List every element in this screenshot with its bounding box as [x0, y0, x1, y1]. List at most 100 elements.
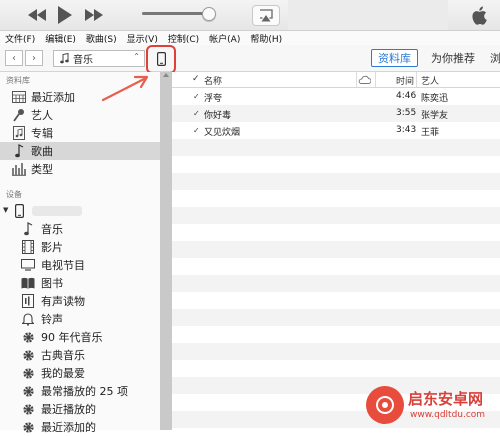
smart-playlist-gear-icon: [20, 419, 36, 435]
play-icon: [58, 6, 72, 24]
smart-playlist-gear-icon: [20, 401, 36, 417]
forward-icon: ›: [32, 52, 36, 64]
sidebar-item-playlist-top-25[interactable]: 最常播放的 25 项: [0, 382, 160, 400]
back-icon: ‹: [12, 52, 16, 64]
sidebar: 资料库 最近添加 艺人 专辑 歌曲 类型 设备 ▼ 音乐 影片 电视节目 图书 …: [0, 72, 160, 434]
row-artist: 王菲: [421, 128, 440, 138]
sidebar-item-label: 铃声: [41, 313, 63, 326]
sidebar-item-playlist-90s[interactable]: 90 年代音乐: [0, 328, 160, 346]
now-playing-display: [288, 0, 448, 30]
menu-edit[interactable]: 编辑(E): [45, 32, 76, 45]
menu-file[interactable]: 文件(F): [5, 32, 35, 45]
sidebar-item-label: 图书: [41, 277, 63, 290]
watermark-logo-icon: [366, 386, 404, 424]
sidebar-item-label: 歌曲: [31, 145, 53, 158]
sidebar-item-playlist-favorites[interactable]: 我的最爱: [0, 364, 160, 382]
table-row-empty: [172, 343, 500, 360]
table-row-empty: [172, 139, 500, 156]
music-note-icon: [20, 221, 36, 237]
media-type-select[interactable]: 音乐 ⌃: [53, 50, 145, 67]
sidebar-item-device-ringtones[interactable]: 铃声: [0, 310, 160, 328]
volume-slider[interactable]: [142, 7, 217, 21]
album-icon: [11, 125, 27, 141]
sidebar-item-label: 最常播放的 25 项: [41, 385, 128, 398]
sidebar-item-label: 90 年代音乐: [41, 331, 103, 344]
smart-playlist-gear-icon: [20, 347, 36, 363]
sidebar-item-label: 最近播放的: [41, 403, 96, 416]
menu-song[interactable]: 歌曲(S): [86, 32, 117, 45]
tab-for-you[interactable]: 为你推荐: [428, 49, 478, 67]
table-row[interactable]: ✓ 你好毒 3:55 张学友: [172, 105, 500, 122]
sidebar-item-label: 类型: [31, 163, 53, 176]
sidebar-item-playlist-classical[interactable]: 古典音乐: [0, 346, 160, 364]
header-check[interactable]: ✓: [192, 74, 200, 84]
sidebar-item-device-movies[interactable]: 影片: [0, 238, 160, 256]
sidebar-item-device-books[interactable]: 图书: [0, 274, 160, 292]
volume-knob[interactable]: [202, 7, 217, 21]
player-bar: [0, 0, 500, 31]
sidebar-scrollbar[interactable]: [160, 72, 172, 430]
rewind-button[interactable]: [26, 5, 48, 25]
sidebar-item-genres[interactable]: 类型: [0, 160, 160, 178]
table-row-empty: [172, 224, 500, 241]
column-divider: [375, 72, 376, 87]
sidebar-item-recently-added[interactable]: 最近添加: [0, 88, 160, 106]
apple-logo: [458, 0, 500, 30]
sidebar-item-albums[interactable]: 专辑: [0, 124, 160, 142]
menu-controls[interactable]: 控制(C): [168, 32, 199, 45]
back-button[interactable]: ‹: [5, 50, 23, 66]
sidebar-item-artists[interactable]: 艺人: [0, 106, 160, 124]
row-check[interactable]: ✓: [193, 92, 200, 101]
watermark-title: 启东安卓网: [408, 390, 484, 408]
book-icon: [20, 275, 36, 291]
sidebar-item-device-music[interactable]: 音乐: [0, 220, 160, 238]
sidebar-item-label: 古典音乐: [41, 349, 85, 362]
sidebar-item-device-tv-shows[interactable]: 电视节目: [0, 256, 160, 274]
recently-added-icon: [11, 89, 27, 105]
scroll-up-icon[interactable]: [163, 72, 169, 78]
table-row[interactable]: ✓ 浮夸 4:46 陈奕迅: [172, 88, 500, 105]
header-cloud[interactable]: [358, 75, 372, 87]
sidebar-item-songs[interactable]: 歌曲: [0, 142, 160, 160]
play-button[interactable]: [55, 5, 75, 25]
sidebar-item-label: 我的最爱: [41, 367, 85, 380]
table-row-empty: [172, 309, 500, 326]
row-check[interactable]: ✓: [193, 109, 200, 118]
tab-browse[interactable]: 浏: [490, 49, 500, 67]
row-check[interactable]: ✓: [193, 126, 200, 135]
menu-view[interactable]: 显示(V): [127, 32, 158, 45]
sidebar-item-playlist-recently-played[interactable]: 最近播放的: [0, 400, 160, 418]
volume-fill: [142, 12, 209, 15]
column-divider: [356, 72, 357, 87]
table-row-empty: [172, 156, 500, 173]
menu-account[interactable]: 帐户(A): [209, 32, 240, 45]
music-note-icon: [60, 53, 69, 64]
sidebar-item-device-audiobooks[interactable]: 有声读物: [0, 292, 160, 310]
row-artist: 陈奕迅: [421, 94, 449, 104]
device-button-highlight: [146, 45, 176, 74]
sidebar-item-device[interactable]: ▼: [0, 202, 160, 220]
sidebar-item-playlist-recently-added[interactable]: 最近添加的: [0, 418, 160, 436]
header-name[interactable]: 名称: [204, 74, 222, 87]
sidebar-item-label: 有声读物: [41, 295, 85, 308]
menu-help[interactable]: 帮助(H): [250, 32, 282, 45]
table-row-empty: [172, 360, 500, 377]
airplay-button[interactable]: [252, 5, 280, 26]
disclosure-triangle-icon: ▼: [3, 206, 9, 214]
forward-button[interactable]: ›: [25, 50, 43, 66]
tab-library[interactable]: 资料库: [371, 49, 418, 67]
header-time[interactable]: 时间: [396, 74, 414, 87]
artist-microphone-icon: [11, 107, 27, 123]
row-time: 3:55: [396, 108, 417, 118]
song-list: ✓ 名称 时间 艺人 ✓ 浮夸 4:46 陈奕迅 ✓ 你好毒 3:55 张学友 ✓ 又见炊烟 3:4…: [172, 72, 500, 430]
sidebar-item-label: 专辑: [31, 127, 53, 140]
header-artist[interactable]: 艺人: [421, 74, 439, 87]
smart-playlist-gear-icon: [20, 383, 36, 399]
table-row[interactable]: ✓ 又见炊烟 3:43 王菲: [172, 122, 500, 139]
table-row-empty: [172, 207, 500, 224]
chevron-updown-icon: ⌃: [133, 52, 140, 61]
fast-forward-button[interactable]: [83, 5, 105, 25]
row-name: 又见炊烟: [204, 128, 241, 138]
music-note-icon: [11, 143, 27, 159]
row-time: 3:43: [396, 125, 417, 135]
